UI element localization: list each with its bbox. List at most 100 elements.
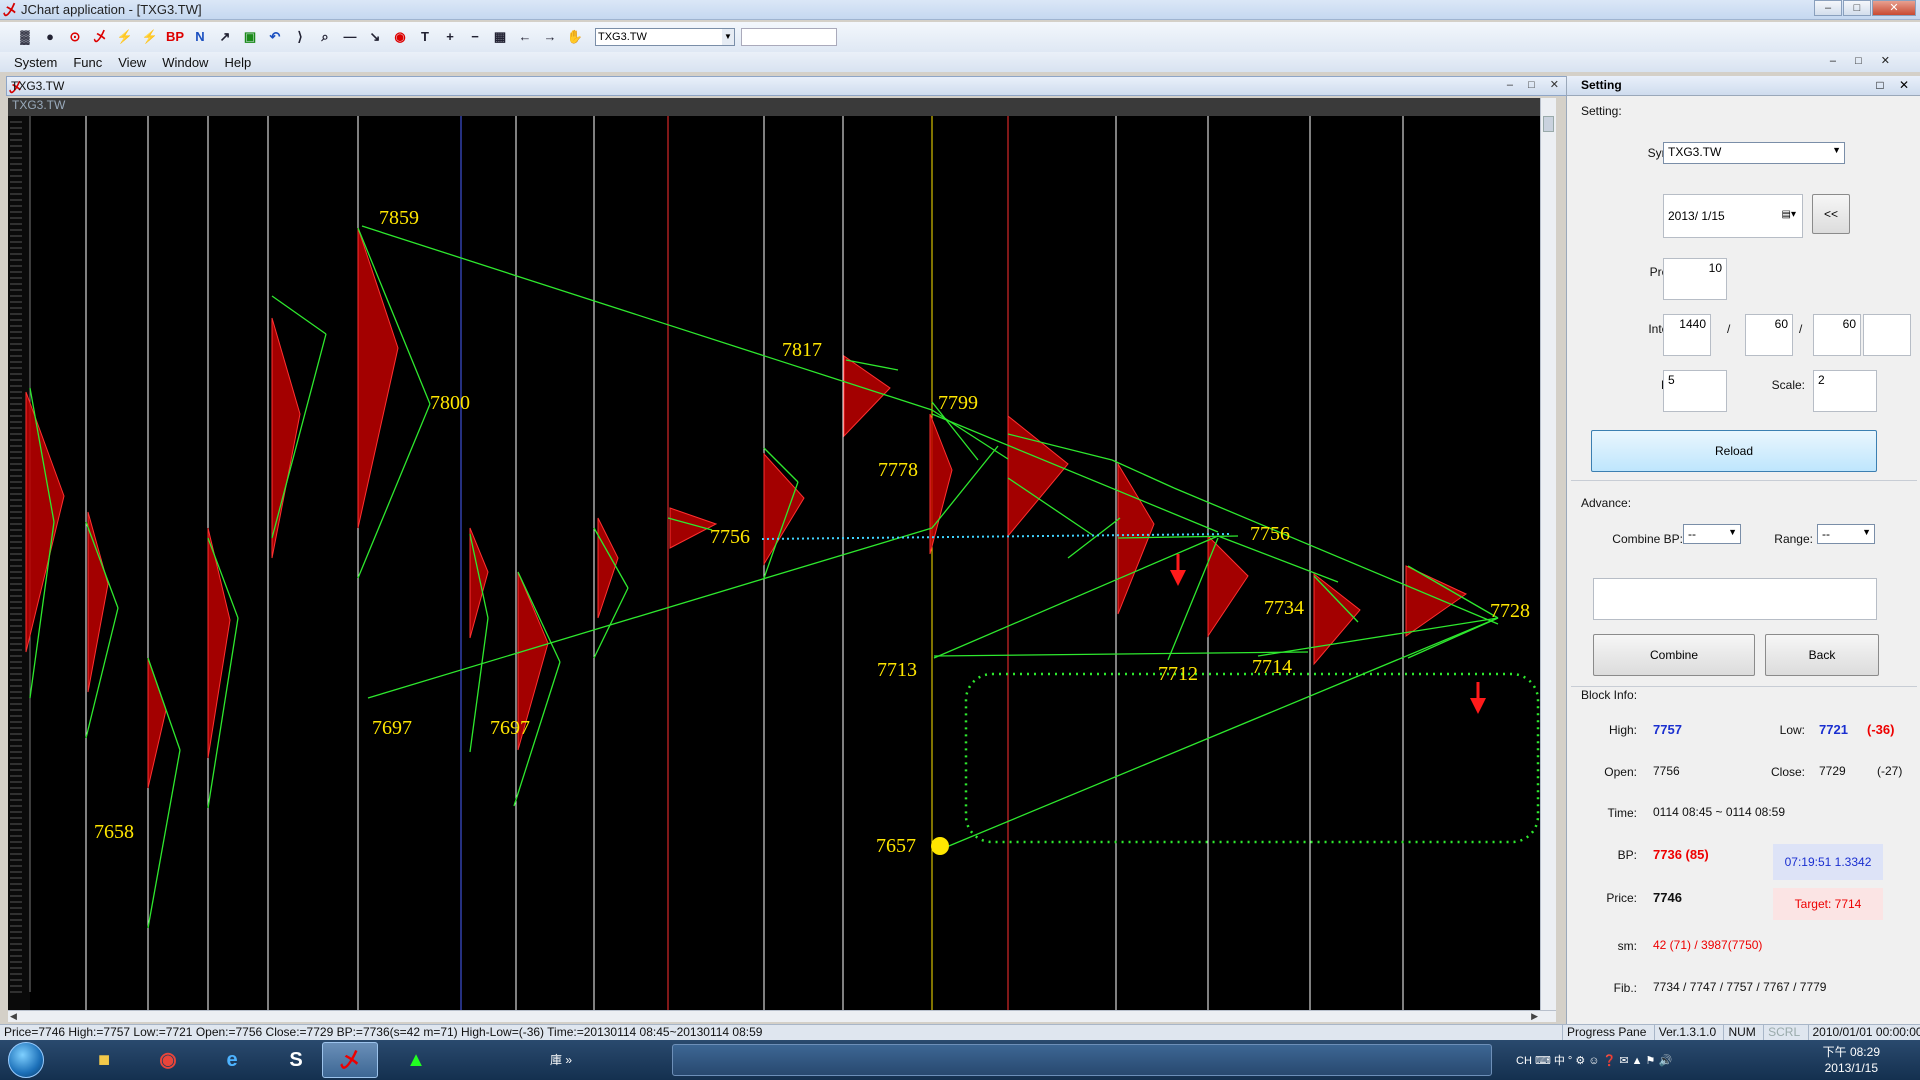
high-low-diff: (-36) xyxy=(1867,722,1895,737)
taskbar-active-window[interactable] xyxy=(672,1044,1492,1076)
chart-app-taskbar-icon[interactable]: ▲ xyxy=(388,1042,444,1078)
chart-price-label: 7728 xyxy=(1490,600,1530,622)
chevron-down-icon[interactable]: ▼ xyxy=(722,29,734,45)
filter-input[interactable]: 5 xyxy=(1663,370,1727,412)
next-icon[interactable]: ⟩ xyxy=(289,26,311,48)
profile-block xyxy=(147,657,167,789)
trend-line xyxy=(271,295,327,335)
toolbar-symbol-combo[interactable]: TXG3.TW ▼ xyxy=(595,28,735,46)
date-picker[interactable]: 2013/ 1/15 ▤▾ xyxy=(1663,194,1803,238)
market-profile-chart[interactable]: TXG3.TW 7859 7800 7817 7799 7778 7756 7756 7734… xyxy=(8,98,1540,1010)
cube-icon[interactable]: ▣ xyxy=(239,26,261,48)
interval-input-1[interactable]: 1440 xyxy=(1663,314,1711,356)
taskbar-clock[interactable]: 下午 08:29 2013/1/15 xyxy=(1823,1044,1880,1076)
start-button[interactable] xyxy=(8,1042,44,1078)
block-info-header: Block Info: xyxy=(1581,688,1638,702)
chart-price-label: 7658 xyxy=(94,821,134,843)
lightning-red-icon[interactable]: ⚡ xyxy=(139,26,161,48)
mdi-window-controls[interactable]: – □ ✕ xyxy=(1830,54,1898,67)
scroll-right-icon[interactable]: ▶ xyxy=(1531,1011,1538,1022)
select-icon[interactable]: ↗ xyxy=(214,26,236,48)
time-value: 0114 08:45 ~ 0114 08:59 xyxy=(1653,805,1786,819)
profile-block xyxy=(1007,414,1069,538)
profile-block xyxy=(1207,534,1249,638)
trendline-icon[interactable]: ↘ xyxy=(364,26,386,48)
doc-window-controls[interactable]: – □ ✕ xyxy=(1507,78,1565,91)
jchart-taskbar-icon[interactable]: 乄 xyxy=(322,1042,378,1078)
combine-bp-label: Combine BP: xyxy=(1612,532,1683,546)
document-tab-label[interactable]: TXG3.TW xyxy=(11,79,64,93)
menu-window[interactable]: Window xyxy=(162,55,208,70)
menu-system[interactable]: System xyxy=(14,55,57,70)
text-icon[interactable]: T xyxy=(414,26,436,48)
symbol-value: TXG3.TW xyxy=(1668,145,1722,159)
range-value: -- xyxy=(1822,527,1830,541)
maximize-button[interactable]: □ xyxy=(1843,0,1871,16)
chart-price-label: 7756 xyxy=(1250,523,1290,545)
menu-func[interactable]: Func xyxy=(73,55,102,70)
disk-icon[interactable]: ● xyxy=(39,26,61,48)
scroll-left-icon[interactable]: ◀ xyxy=(10,1011,17,1022)
bars-icon[interactable]: ▓ xyxy=(14,26,36,48)
n-icon[interactable]: N xyxy=(189,26,211,48)
printer-icon[interactable]: ⊙ xyxy=(64,26,86,48)
chart-price-label: 7817 xyxy=(782,339,822,361)
date-back-button[interactable]: << xyxy=(1812,194,1850,234)
ie-taskbar-icon[interactable]: e xyxy=(204,1042,260,1078)
chevron-down-icon: ▼ xyxy=(1832,145,1841,155)
chart-vertical-scrollbar[interactable] xyxy=(1540,98,1556,1010)
jchart-logo-icon[interactable]: 乄 xyxy=(89,26,111,48)
left-icon[interactable]: ← xyxy=(514,26,536,48)
menu-help[interactable]: Help xyxy=(224,55,251,70)
hand-icon[interactable]: ✋ xyxy=(564,26,586,48)
combine-textbox[interactable] xyxy=(1593,578,1877,620)
combine-bp-select[interactable]: -- ▼ xyxy=(1683,524,1741,544)
rect-icon[interactable]: ▦ xyxy=(489,26,511,48)
low-label: Low: xyxy=(1779,723,1805,737)
range-select[interactable]: -- ▼ xyxy=(1817,524,1875,544)
range-label: Range: xyxy=(1774,532,1813,546)
window-controls: – □ ✕ xyxy=(1813,0,1916,16)
profile-block xyxy=(929,413,953,555)
interval-input-3[interactable]: 60 xyxy=(1813,314,1861,356)
minus-icon[interactable]: − xyxy=(464,26,486,48)
chart-price-label: 7756 xyxy=(710,526,750,548)
reload-button[interactable]: Reload xyxy=(1591,430,1877,472)
minimize-button[interactable]: – xyxy=(1814,0,1842,16)
target-icon[interactable]: ◉ xyxy=(389,26,411,48)
hline-icon[interactable]: — xyxy=(339,26,361,48)
current-price-dot xyxy=(931,837,949,855)
interval-input-4[interactable] xyxy=(1863,314,1911,356)
scale-input[interactable]: 2 xyxy=(1813,370,1877,412)
bp-icon[interactable]: BP xyxy=(164,26,186,48)
combine-button[interactable]: Combine xyxy=(1593,634,1755,676)
chrome-taskbar-icon[interactable]: ◉ xyxy=(140,1042,196,1078)
back-button[interactable]: Back xyxy=(1765,634,1879,676)
scroll-thumb[interactable] xyxy=(1543,116,1554,132)
interval-input-2[interactable]: 60 xyxy=(1745,314,1793,356)
zoom-icon[interactable]: ⌕ xyxy=(314,26,336,48)
toolbar-blank-input[interactable] xyxy=(741,28,837,46)
chart-canvas[interactable]: 7859 7800 7817 7799 7778 7756 7756 7734 7728 7713… xyxy=(8,98,1540,1010)
undo-icon[interactable]: ↶ xyxy=(264,26,286,48)
chart-price-label: 7713 xyxy=(877,659,917,681)
predays-input[interactable]: 10 xyxy=(1663,258,1727,300)
right-icon[interactable]: → xyxy=(539,26,561,48)
skype-taskbar-icon[interactable]: S xyxy=(268,1042,324,1078)
separator xyxy=(1571,480,1917,481)
system-tray[interactable]: CH ⌨ 中 ° ⚙ ☺ ❓ ✉ ▲ ⚑ 🔊 xyxy=(1516,1040,1672,1080)
calendar-icon[interactable]: ▤▾ xyxy=(1782,209,1796,220)
taskbar-folder-group[interactable]: 庫 » xyxy=(540,1044,640,1076)
combine-bp-value: -- xyxy=(1688,527,1696,541)
menu-view[interactable]: View xyxy=(118,55,146,70)
lightning-icon[interactable]: ⚡ xyxy=(114,26,136,48)
document-tab: 乄 TXG3.TW – □ ✕ xyxy=(6,76,1570,96)
symbol-select[interactable]: TXG3.TW ▼ xyxy=(1663,142,1845,164)
close-button[interactable]: ✕ xyxy=(1872,0,1916,16)
setting-panel-controls[interactable]: □ ✕ xyxy=(1876,76,1915,95)
explorer-taskbar-icon[interactable]: ■ xyxy=(76,1042,132,1078)
chart-horizontal-scrollbar[interactable]: ◀ ▶ xyxy=(8,1010,1556,1022)
plus-icon[interactable]: + xyxy=(439,26,461,48)
bp-value: 7736 (85) xyxy=(1653,847,1709,862)
chart-price-label: 7697 xyxy=(372,717,412,739)
